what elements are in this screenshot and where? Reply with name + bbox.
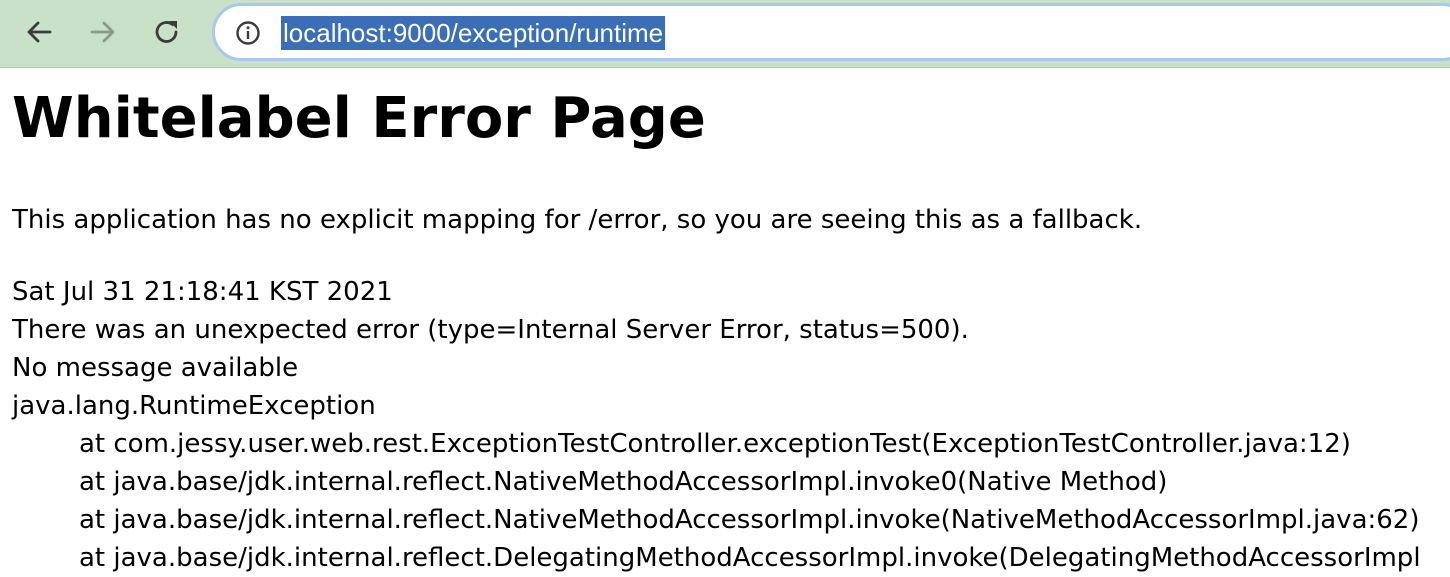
info-circle-icon[interactable] [235, 20, 261, 46]
stack-trace-line: at java.base/jdk.internal.reflect.Native… [79, 505, 1420, 535]
timestamp: Sat Jul 31 21:18:41 KST 2021 [12, 277, 393, 307]
address-bar[interactable]: localhost:9000/exception/runtime [212, 3, 1450, 61]
fallback-message: This application has no explicit mapping… [12, 205, 1143, 235]
error-summary: There was an unexpected error (type=Inte… [12, 315, 969, 345]
back-button[interactable] [19, 12, 59, 52]
exception-type: java.lang.RuntimeException [12, 391, 376, 421]
page-title: Whitelabel Error Page [12, 86, 706, 151]
arrow-left-icon [27, 21, 52, 43]
stack-trace-line: at java.base/jdk.internal.reflect.Delega… [79, 543, 1421, 573]
stack-trace-line: at com.jessy.user.web.rest.ExceptionTest… [79, 429, 1351, 459]
reload-icon [155, 21, 178, 43]
error-message: No message available [12, 353, 299, 383]
error-details: Sat Jul 31 21:18:41 KST 2021 There was a… [12, 273, 1421, 577]
stack-trace-line: at java.base/jdk.internal.reflect.Native… [79, 467, 1168, 497]
reload-button[interactable] [147, 12, 187, 52]
forward-button[interactable] [83, 12, 123, 52]
url-text[interactable]: localhost:9000/exception/runtime [281, 16, 666, 50]
arrow-right-icon [90, 21, 115, 43]
browser-toolbar: localhost:9000/exception/runtime [0, 0, 1450, 68]
